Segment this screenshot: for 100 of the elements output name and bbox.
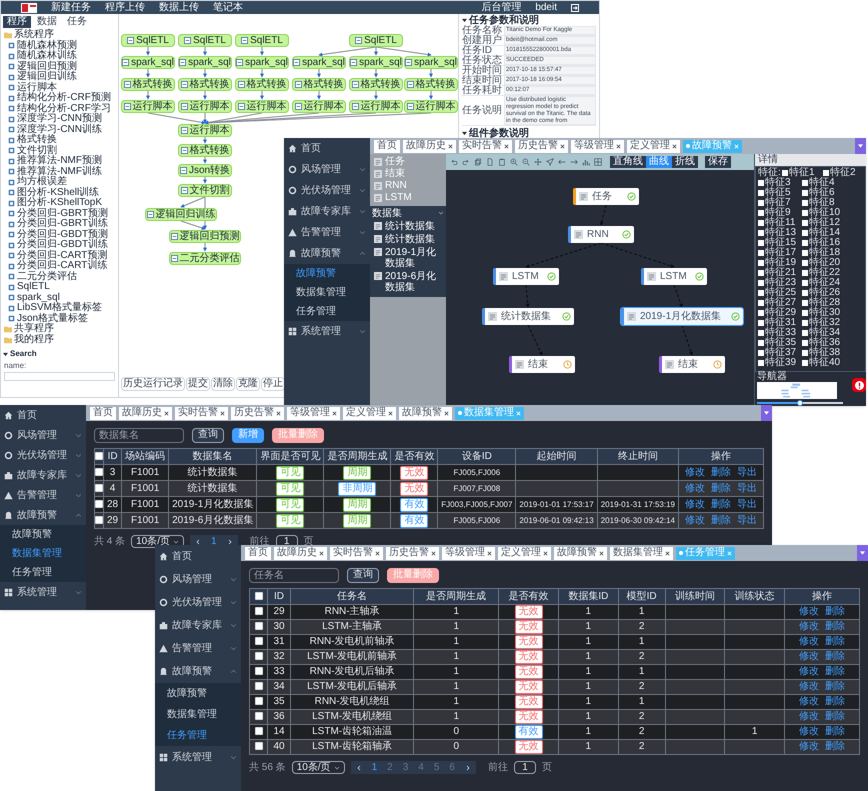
tree-item[interactable]: 分类回归-CART训练 [1,261,118,272]
action-link[interactable]: 修改 [799,621,819,632]
palette-item[interactable]: 2019-1月化数据集 [370,246,446,270]
flow-node[interactable]: 运行脚本 [178,100,232,113]
feature-checkbox[interactable]: 特征5 [758,188,798,198]
flow-node[interactable]: 逻辑回归预测 [169,230,241,243]
page-number[interactable]: 1 [208,536,220,546]
feature-checkbox[interactable]: 特征8 [802,198,842,208]
tree-item[interactable]: 格式转换 [1,135,118,146]
flow-node[interactable]: spark_sql [121,56,175,69]
feature-checkbox[interactable]: 特征14 [802,228,842,238]
tree-item[interactable]: spark_sql [1,292,118,303]
menu-item[interactable]: 故障预警 [0,505,86,525]
action-link[interactable]: 修改 [799,681,819,692]
action-link[interactable]: 删除 [825,651,845,662]
menu-item[interactable]: 故障专家库 [0,465,86,485]
action-link[interactable]: 修改 [685,498,706,510]
tree-item[interactable]: 分类回归-CART预测 [1,250,118,261]
tab[interactable]: 定义管理 [343,406,396,420]
feature-checkbox[interactable]: 特征19 [758,258,798,268]
flow-node[interactable]: SqlETL [235,34,289,47]
flow-node[interactable]: 任务 [573,188,639,205]
action-link[interactable]: 修改 [799,696,819,707]
action-link[interactable]: 删除 [825,681,845,692]
flow-node[interactable]: 格式转换 [178,144,232,157]
tree-item[interactable]: 均方根误差 [1,177,118,188]
feature-checkbox[interactable]: 特征27 [758,298,798,308]
flow-node[interactable]: spark_sql [235,56,289,69]
flow-node[interactable]: SqlETL [349,34,403,47]
feature-checkbox[interactable]: 特征4 [802,178,842,188]
feature-checkbox[interactable]: 特征24 [802,278,842,288]
flow-node[interactable]: 格式转换 [404,78,458,91]
feature-checkbox[interactable]: 特征30 [802,308,842,318]
submenu-item[interactable]: 故障预警 [155,683,241,704]
flow-node[interactable]: 运行脚本 [404,100,458,113]
flow-node[interactable]: Json转换 [178,164,232,177]
feature-checkbox[interactable]: 特征40 [802,358,842,368]
flow-node[interactable]: RNN [568,226,634,243]
menu-item[interactable]: 告警管理 [0,485,86,505]
action-button[interactable]: 查询 [347,568,379,582]
tree-item[interactable]: 随机森林训练 [1,51,118,62]
flow-node[interactable]: 格式转换 [178,78,232,91]
section-header[interactable]: 数据集 [370,206,446,220]
tree-item[interactable]: 二元分类评估 [1,272,118,282]
menu-item[interactable]: 系统管理 [155,746,241,769]
tab[interactable]: 首页 [374,140,400,152]
feature-checkbox[interactable]: 特征13 [758,228,798,238]
feature-checkbox[interactable]: 特征29 [758,308,798,318]
tab[interactable]: 故障预警 [399,406,452,420]
feature-checkbox[interactable]: 特征10 [802,208,842,218]
tab[interactable]: 首页 [90,406,116,420]
menu-item[interactable]: 首页 [0,405,86,425]
action-link[interactable]: 删除 [711,498,732,510]
tree-item[interactable]: 分类回归-GBDT训练 [1,240,118,250]
action-link[interactable]: 删除 [825,726,845,737]
action-link[interactable]: 修改 [799,636,819,647]
palette-item[interactable]: 2019-6月化数据集 [370,270,446,294]
submenu-item[interactable]: 数据集管理 [0,544,86,563]
menu-item[interactable]: 故障专家库 [284,201,370,222]
action-button[interactable]: 清除 [211,377,235,391]
feature-checkbox[interactable]: 特征23 [758,278,798,288]
flow-node[interactable]: LSTM [493,268,559,285]
action-link[interactable]: 修改 [685,514,706,526]
menu-item[interactable]: 告警管理 [284,222,370,243]
menu-item[interactable]: 告警管理 [155,637,241,660]
action-link[interactable]: 修改 [799,711,819,722]
flow-node[interactable]: 统计数据集 [482,308,574,325]
feature-checkbox[interactable]: 特征11 [758,218,798,228]
flow-node[interactable]: 运行脚本 [292,100,346,113]
tab[interactable]: 定义管理 [627,140,680,152]
flow-node[interactable]: 格式转换 [349,78,403,91]
flow-node[interactable]: 结束 [659,356,725,373]
flow-node[interactable]: SqlETL [121,34,175,47]
tree-item[interactable]: 图分析-KShellTopK [1,198,118,208]
tab[interactable]: 等级管理 [442,546,495,560]
action-button[interactable]: 提交 [186,377,210,391]
action-link[interactable]: 导出 [737,514,758,526]
tab[interactable]: 实时告警 [330,546,383,560]
flow-node[interactable]: 格式转换 [235,78,289,91]
flow-node[interactable]: spark_sql [349,56,403,69]
tree-item[interactable]: 文件切割 [1,146,118,156]
tree-item[interactable]: 深度学习-CNN预测 [1,114,118,124]
action-link[interactable]: 导出 [737,466,758,478]
tab[interactable]: 程序 [3,16,31,28]
tree-item[interactable]: Json格式量标签 [1,314,118,324]
menu-item[interactable]: 系统管理 [284,321,370,342]
flow-node[interactable]: 格式转换 [292,78,346,91]
action-button[interactable]: 停止 [261,377,285,391]
action-link[interactable]: 删除 [825,741,845,752]
tree-item[interactable]: 系统程序 [1,30,118,40]
tree-item[interactable]: 逻辑回归训练 [1,72,118,82]
feature-checkbox[interactable]: 特征28 [802,298,842,308]
feature-checkbox[interactable]: 特征15 [758,238,798,248]
flow-node[interactable]: 运行脚本 [178,124,232,137]
tab[interactable]: 数据集管理 [610,546,673,560]
feature-checkbox[interactable]: 特征2 [823,168,863,178]
tree-item[interactable]: 随机森林预测 [1,40,118,51]
palette-item[interactable]: 统计数据集 [370,233,446,246]
tree-item[interactable]: 推荐算法-NMF训练 [1,166,118,177]
action-link[interactable]: 删除 [711,514,732,526]
